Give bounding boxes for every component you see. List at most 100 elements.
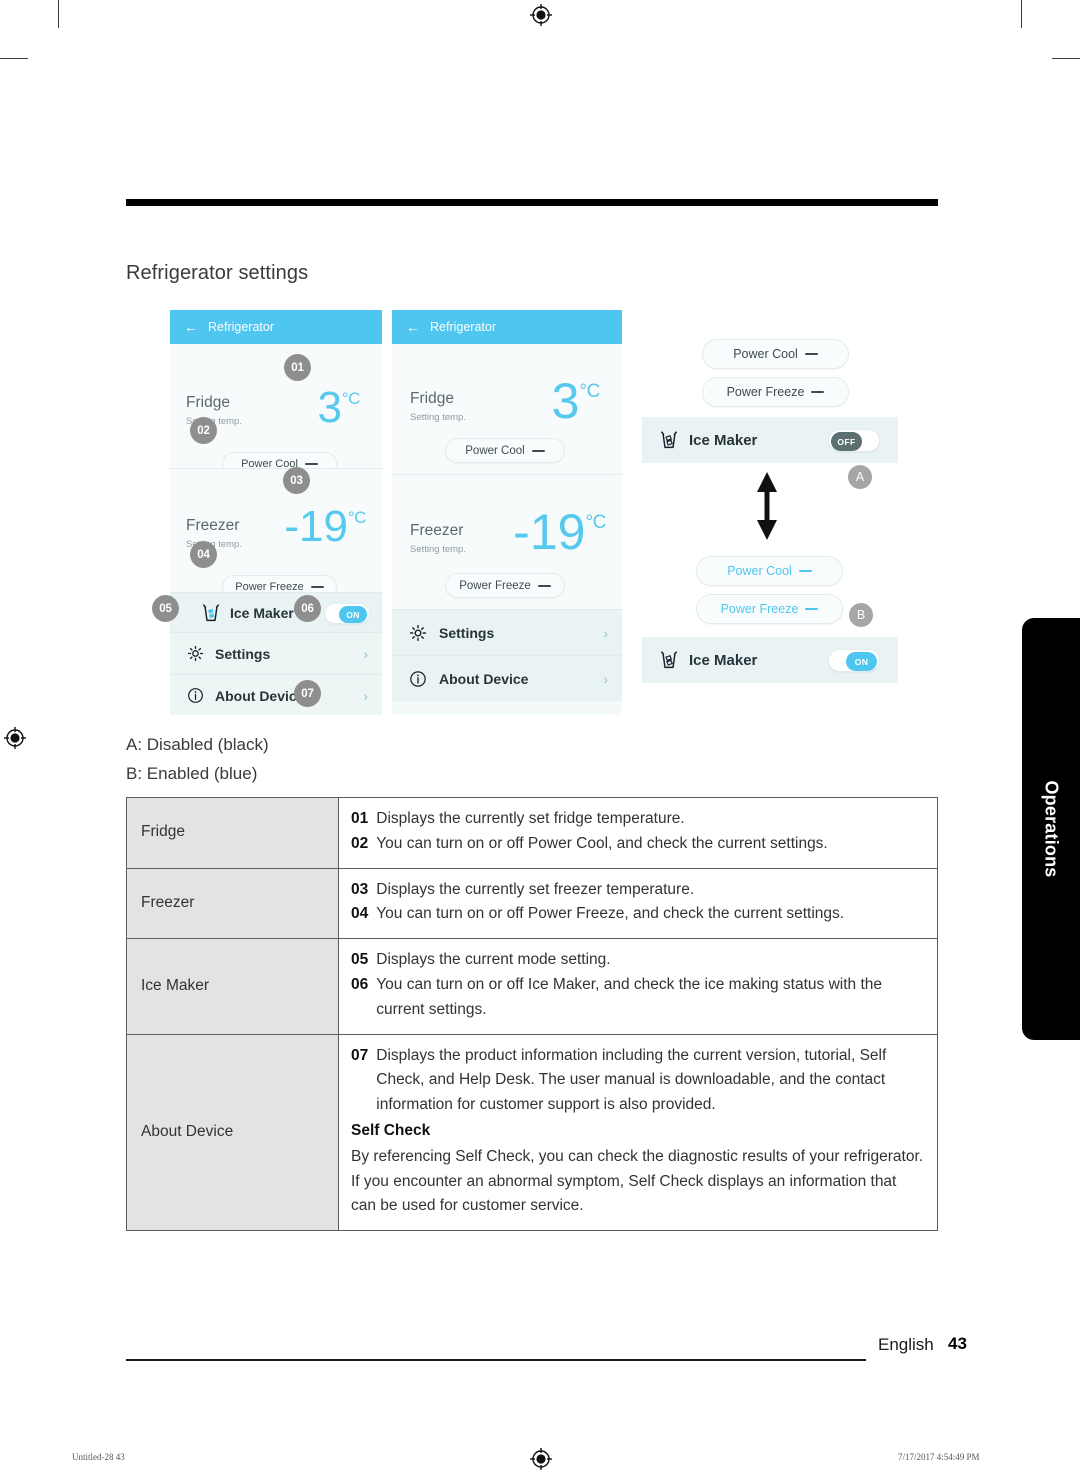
list-item: 04 You can turn on or off Power Freeze, … [351,902,925,927]
ice-maker-row-disabled[interactable]: Ice Maker OFF [642,417,898,463]
crop-mark-left-top [0,58,28,59]
crop-mark-top-left [58,0,59,28]
fridge-temp-block: Fridge Setting temp. 3°C Power Cool [170,344,382,476]
item-number: 03 [351,880,369,898]
footer-page-number: 43 [948,1334,967,1353]
chevron-right-icon: › [603,624,608,641]
chapter-tab-label: Operations [1041,780,1062,878]
callout-badge-02: 02 [190,417,217,444]
freezer-temp-value: -19°C [513,504,606,560]
freezer-temp-block: Freezer Setting temp. -19°C Power Freeze [170,468,382,599]
ice-maker-row[interactable]: Ice Maker ON [170,592,382,632]
registration-mark-left [4,727,26,749]
phone-screenshot-plain: ← Refrigerator Fridge Setting temp. 3°C … [392,310,622,715]
legend-b: B: Enabled (blue) [126,764,258,783]
print-timestamp: 7/17/2017 4:54:49 PM [898,1452,980,1462]
page-title: Refrigerator settings [126,262,309,284]
power-cool-button-enabled[interactable]: Power Cool [696,556,843,586]
settings-row[interactable]: Settings › [392,609,622,655]
callout-badge-04: 04 [190,541,217,568]
item-text: You can turn on or off Power Cool, and c… [376,834,828,852]
footer-rule [126,1359,866,1361]
ice-maker-toggle-on[interactable]: ON [828,649,880,672]
table-row: Freezer 03 Displays the currently set fr… [126,867,938,940]
state-marker-b: B [849,603,873,627]
about-device-label: About Device [215,687,305,704]
about-device-label: About Device [439,670,529,687]
registration-mark-top [530,4,552,26]
settings-row[interactable]: Settings › [170,632,382,674]
header-rule [126,199,938,206]
power-freeze-button-enabled[interactable]: Power Freeze [696,594,843,624]
row-value-freezer: 03 Displays the currently set freezer te… [338,867,938,940]
chevron-right-icon: › [603,670,608,687]
ice-maker-row-enabled[interactable]: Ice Maker ON [642,637,898,683]
power-cool-button[interactable]: Power Cool [445,438,565,463]
item-number: 06 [351,975,369,993]
fridge-sub-label: Setting temp. [410,412,466,423]
app-bar: ← Refrigerator [392,310,622,344]
gear-icon [186,644,205,663]
row-value-fridge: 01 Displays the currently set fridge tem… [338,797,938,869]
item-number: 02 [351,834,369,852]
item-text: You can turn on or off Ice Maker, and ch… [376,975,883,1018]
freezer-label: Freezer [186,517,240,534]
freezer-sub-label: Setting temp. [410,544,466,555]
callout-badge-01: 01 [284,354,311,381]
freezer-temp-block: Freezer Setting temp. -19°C Power Freeze [392,474,622,609]
manual-page: Refrigerator settings ← Refrigerator Fri… [0,0,1080,1476]
power-freeze-button-disabled[interactable]: Power Freeze [702,377,849,407]
item-text: Displays the currently set fridge temper… [376,810,685,827]
about-device-row[interactable]: About Device › [170,674,382,715]
callout-badge-06: 06 [294,595,321,622]
info-icon [186,686,205,705]
state-marker-a: A [848,465,872,489]
arrow-left-icon[interactable]: ← [406,320,420,334]
callout-badge-05: 05 [152,595,179,622]
power-freeze-label: Power Freeze [459,579,531,592]
dash-icon [804,353,818,355]
power-cool-button-disabled[interactable]: Power Cool [702,339,849,369]
app-bar-title: Refrigerator [430,320,496,334]
freezer-temp-value: -19°C [284,502,366,551]
row-key-fridge: Fridge [126,797,339,869]
row-value-ice-maker: 05 Displays the current mode setting. 06… [338,938,938,1035]
power-cool-label: Power Cool [727,564,792,578]
dash-icon [798,570,812,572]
dash-icon [811,391,825,393]
fridge-temp-block: Fridge Setting temp. 3°C Power Cool [392,344,622,474]
power-cool-label: Power Cool [733,347,798,361]
fridge-label: Fridge [186,394,230,411]
item-text: Displays the current mode setting. [376,951,611,969]
table-row: Fridge 01 Displays the currently set fri… [126,797,938,869]
dash-icon [310,586,324,588]
settings-label: Settings [215,645,271,662]
toggle-knob: OFF [831,432,862,451]
app-bar: ← Refrigerator [170,310,382,344]
list-item: 03 Displays the currently set freezer te… [351,878,925,903]
dash-icon [531,449,545,452]
ice-glass-icon [200,602,222,624]
ice-maker-toggle-off[interactable]: OFF [828,429,880,452]
power-freeze-button[interactable]: Power Freeze [445,573,565,598]
self-check-paragraph: By referencing Self Check, you can check… [351,1147,924,1215]
dash-icon [304,463,318,465]
callout-badge-07: 07 [294,680,321,707]
fridge-label: Fridge [410,390,454,407]
chevron-right-icon: › [363,687,368,704]
row-key-about-device: About Device [126,1033,339,1232]
list-item: 05 Displays the current mode setting. [351,948,925,973]
item-text: Displays the currently set freezer tempe… [376,880,695,898]
phone-screenshot-annotated: ← Refrigerator Fridge Setting temp. 3°C … [170,310,382,715]
list-item: 07 Displays the product information incl… [351,1044,925,1118]
self-check-subheading: Self Check [351,1121,431,1139]
about-device-row[interactable]: About Device › [392,655,622,701]
power-cool-label: Power Cool [465,444,525,457]
ice-maker-toggle[interactable]: ON [324,603,370,624]
crop-mark-right-top [1052,58,1080,59]
arrow-left-icon[interactable]: ← [184,320,198,334]
list-item: 06 You can turn on or off Ice Maker, and… [351,973,925,1023]
chevron-right-icon: › [363,645,368,662]
table-row: About Device 07 Displays the product inf… [126,1033,938,1232]
app-bar-title: Refrigerator [208,320,274,334]
